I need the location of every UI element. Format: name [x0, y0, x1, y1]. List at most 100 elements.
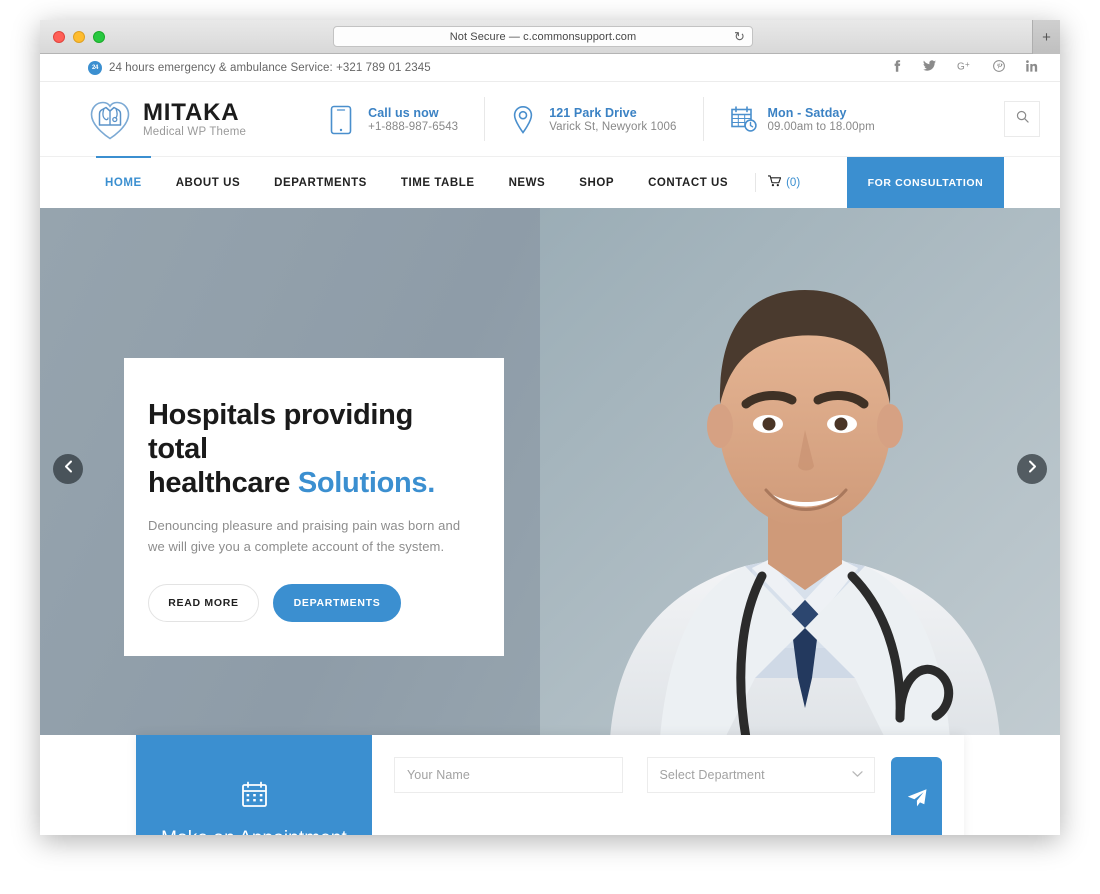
info-sub: 09.00am to 18.00pm — [767, 121, 875, 134]
google-plus-icon[interactable]: G + — [957, 60, 972, 76]
appointment-form: Your Name Select Department Select Docto… — [372, 735, 964, 835]
nav-label: NEWS — [508, 176, 546, 189]
hero-actions: READ MORE DEPARTMENTS — [148, 584, 468, 623]
appointment-heading: Make an Appointment — [161, 828, 347, 836]
hero-description: Denouncing pleasure and praising pain wa… — [148, 517, 461, 555]
browser-window: Not Secure — c.commonsupport.com ↻ + 24 … — [40, 20, 1060, 835]
nav-label: SHOP — [579, 176, 615, 189]
browser-chrome-bar: Not Secure — c.commonsupport.com ↻ + — [40, 20, 1060, 54]
site-header: MITAKA Medical WP Theme Call us now +1-8… — [40, 82, 1060, 156]
chevron-down-icon — [852, 767, 863, 781]
read-more-button[interactable]: READ MORE — [148, 584, 259, 623]
linkedin-icon[interactable] — [1026, 60, 1038, 76]
read-more-label: READ MORE — [168, 597, 239, 610]
minimize-window-button[interactable] — [73, 30, 85, 43]
calendar-icon — [241, 781, 268, 814]
cart-button[interactable]: (0) — [767, 157, 801, 208]
new-tab-button[interactable]: + — [1032, 20, 1060, 54]
site-logo[interactable]: MITAKA Medical WP Theme — [88, 98, 246, 140]
slider-prev-button[interactable] — [53, 454, 83, 484]
info-sub: +1-888-987-6543 — [368, 121, 459, 134]
emergency-info: 24 24 hours emergency & ambulance Servic… — [88, 60, 431, 75]
address-bar[interactable]: Not Secure — c.commonsupport.com ↻ — [333, 26, 753, 47]
appointment-fields: Your Name Select Department Select Docto… — [394, 757, 875, 835]
info-title: 121 Park Drive — [549, 105, 637, 120]
emergency-text: 24 hours emergency & ambulance Service: … — [109, 61, 431, 74]
header-info-call-text: Call us now +1-888-987-6543 — [368, 105, 458, 133]
chevron-right-icon — [1028, 460, 1037, 478]
medical-heart-logo-icon — [88, 98, 132, 140]
close-window-button[interactable] — [53, 30, 65, 43]
social-links: G + — [891, 60, 1038, 76]
info-title: Call us now — [368, 105, 439, 120]
hero-title-line1: Hospitals providing total — [148, 399, 413, 466]
doctor-photo — [540, 208, 1060, 738]
appointment-submit-button[interactable] — [891, 757, 942, 835]
nav-item-news[interactable]: NEWS — [492, 157, 563, 208]
select-department-placeholder: Select Department — [659, 768, 765, 782]
pinterest-icon[interactable] — [993, 59, 1005, 76]
header-info-hours-text: Mon - Satday 09.00am to 18.00pm — [768, 105, 875, 133]
brand-name: MITAKA — [143, 98, 240, 126]
chevron-left-icon — [64, 460, 73, 478]
select-date-dropdown[interactable]: Select Date — [646, 834, 875, 835]
nav-label: CONTACT US — [648, 176, 729, 189]
nav-label: DEPARTMENTS — [274, 176, 367, 189]
nav-item-time-table[interactable]: TIME TABLE — [384, 157, 492, 208]
your-name-placeholder: Your Name — [407, 768, 470, 782]
hero-slide-card: Hospitals providing total healthcare Sol… — [124, 358, 504, 657]
slider-next-button[interactable] — [1017, 454, 1047, 484]
hero-slider: Hospitals providing total healthcare Sol… — [40, 208, 1060, 738]
header-info-address[interactable]: 121 Park Drive Varick St, Newyork 1006 — [484, 97, 702, 141]
facebook-icon[interactable] — [891, 59, 902, 76]
appointment-card: Make an Appointment Your Name Select Dep… — [136, 735, 964, 835]
calendar-clock-icon — [730, 105, 757, 134]
nav-item-contact-us[interactable]: CONTACT US — [631, 157, 745, 208]
nav-label: ABOUT US — [175, 176, 241, 189]
maximize-window-button[interactable] — [93, 30, 105, 43]
logo-text: MITAKA Medical WP Theme — [143, 100, 246, 138]
hero-title-plain: healthcare — [148, 467, 298, 500]
header-info-hours[interactable]: Mon - Satday 09.00am to 18.00pm — [702, 97, 901, 141]
reload-icon[interactable]: ↻ — [734, 30, 745, 44]
map-pin-icon — [511, 105, 538, 134]
departments-button[interactable]: DEPARTMENTS — [273, 584, 401, 623]
hero-title-line2: healthcare Solutions. — [148, 466, 468, 500]
header-info-call[interactable]: Call us now +1-888-987-6543 — [304, 97, 484, 141]
nav-divider — [755, 173, 757, 192]
search-button[interactable] — [1004, 101, 1040, 137]
nav-item-shop[interactable]: SHOP — [562, 157, 631, 208]
nav-label: HOME — [105, 176, 142, 189]
main-navigation: HOME ABOUT US DEPARTMENTS TIME TABLE NEW… — [40, 156, 1060, 208]
hero-title-accent: Solutions. — [297, 467, 435, 500]
info-sub: Varick St, Newyork 1006 — [549, 121, 677, 134]
mobile-phone-icon — [330, 105, 357, 134]
window-controls[interactable] — [53, 30, 105, 43]
header-info-address-text: 121 Park Drive Varick St, Newyork 1006 — [549, 105, 676, 133]
twitter-icon[interactable] — [923, 60, 936, 76]
cart-count: (0) — [786, 176, 801, 189]
desktop-background: Not Secure — c.commonsupport.com ↻ + 24 … — [0, 0, 1100, 894]
svg-text:+: + — [965, 60, 970, 69]
your-name-input[interactable]: Your Name — [394, 757, 623, 793]
header-info-group: Call us now +1-888-987-6543 121 Park Dri… — [304, 97, 901, 141]
nav-list: HOME ABOUT US DEPARTMENTS TIME TABLE NEW… — [40, 156, 745, 208]
address-bar-text: Not Secure — c.commonsupport.com — [449, 30, 637, 43]
shopping-cart-icon — [767, 175, 782, 190]
consultation-label: FOR CONSULTATION — [867, 176, 984, 189]
new-tab-label: + — [1042, 28, 1051, 46]
nav-item-home[interactable]: HOME — [88, 156, 159, 208]
badge-number: 24 — [91, 64, 99, 71]
select-department-dropdown[interactable]: Select Department — [646, 757, 875, 793]
top-utility-bar: 24 24 hours emergency & ambulance Servic… — [40, 54, 1060, 82]
departments-label: DEPARTMENTS — [293, 597, 381, 610]
nav-item-about-us[interactable]: ABOUT US — [159, 157, 257, 208]
search-icon — [1016, 110, 1029, 128]
svg-text:G: G — [957, 61, 965, 72]
for-consultation-button[interactable]: FOR CONSULTATION — [847, 157, 1004, 208]
appointment-section: Make an Appointment Your Name Select Dep… — [40, 735, 1060, 835]
website-viewport: 24 24 hours emergency & ambulance Servic… — [40, 54, 1060, 835]
select-doctor-dropdown[interactable]: Select Doctor — [394, 834, 623, 835]
nav-item-departments[interactable]: DEPARTMENTS — [257, 157, 384, 208]
paper-plane-icon — [906, 787, 928, 814]
